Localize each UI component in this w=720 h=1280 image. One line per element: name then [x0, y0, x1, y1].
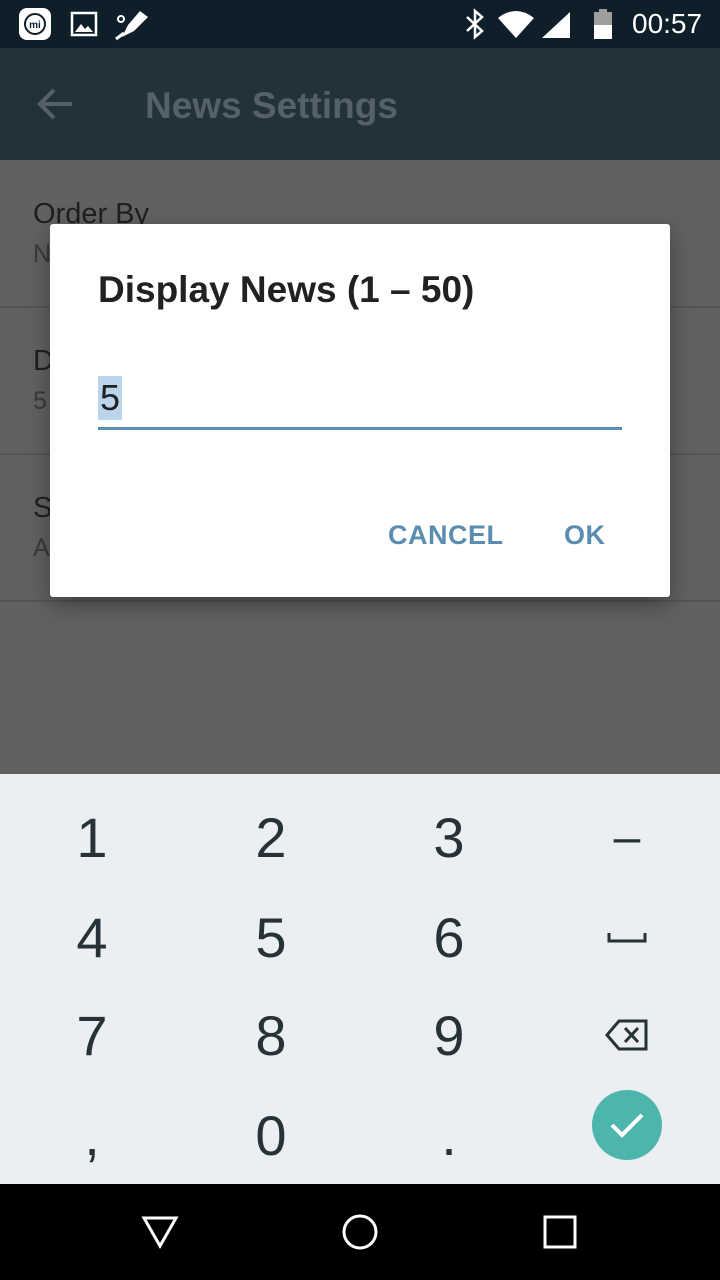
mi-icon: mi: [19, 8, 51, 40]
display-news-dialog: Display News (1 – 50) 5 CANCEL OK: [50, 224, 670, 597]
key-period[interactable]: .: [359, 1086, 539, 1184]
key-4[interactable]: 4: [2, 888, 182, 986]
key-label: 5: [255, 905, 287, 969]
nav-back-icon[interactable]: [138, 1210, 182, 1254]
key-label: 3: [433, 805, 465, 869]
arrow-back-icon[interactable]: [34, 82, 78, 126]
key-9[interactable]: 9: [359, 986, 539, 1084]
enter-button[interactable]: [592, 1090, 662, 1160]
numeric-keyboard: 1 2 3 – 4 5 6 7 8 9 , 0 .: [0, 774, 720, 1184]
key-5[interactable]: 5: [181, 888, 361, 986]
key-label: .: [441, 1103, 457, 1167]
display-news-input[interactable]: [98, 369, 622, 430]
key-label: 1: [76, 805, 108, 869]
ok-button[interactable]: OK: [564, 520, 606, 551]
key-minus[interactable]: –: [537, 788, 717, 886]
image-icon: [70, 11, 98, 37]
key-label: 8: [255, 1003, 287, 1067]
key-label: ,: [84, 1103, 100, 1167]
key-label: 6: [433, 905, 465, 969]
key-8[interactable]: 8: [181, 986, 361, 1084]
key-6[interactable]: 6: [359, 888, 539, 986]
key-space[interactable]: [537, 888, 717, 986]
key-1[interactable]: 1: [2, 788, 182, 886]
key-label: 7: [76, 1003, 108, 1067]
key-label: 0: [255, 1103, 287, 1167]
status-bar: mi 00:57: [0, 0, 720, 48]
setting-subtitle: 5: [33, 387, 47, 415]
pen-icon: [115, 11, 148, 41]
svg-text:mi: mi: [29, 20, 41, 31]
dialog-title: Display News (1 – 50): [98, 269, 475, 310]
cancel-button[interactable]: CANCEL: [388, 520, 504, 551]
key-label: 2: [255, 805, 287, 869]
app-bar: News Settings: [0, 48, 720, 160]
wifi-icon: [498, 11, 534, 38]
signal-icon: [542, 12, 570, 38]
input-value[interactable]: 5: [98, 376, 123, 420]
key-comma[interactable]: ,: [2, 1086, 182, 1184]
key-0[interactable]: 0: [181, 1086, 361, 1184]
space-icon: [607, 933, 647, 943]
nav-home-icon[interactable]: [338, 1210, 382, 1254]
page-title: News Settings: [145, 85, 398, 126]
nav-recents-icon[interactable]: [538, 1210, 582, 1254]
key-label: –: [613, 810, 641, 864]
key-label: 9: [433, 1003, 465, 1067]
key-backspace[interactable]: [537, 986, 717, 1084]
setting-subtitle: N: [33, 240, 52, 268]
key-7[interactable]: 7: [2, 986, 182, 1084]
key-2[interactable]: 2: [181, 788, 361, 886]
setting-subtitle: A: [33, 534, 50, 562]
key-label: 4: [76, 905, 108, 969]
backspace-icon: [605, 1019, 648, 1051]
navigation-bar: [0, 1184, 720, 1280]
key-3[interactable]: 3: [359, 788, 539, 886]
check-icon: [610, 1113, 644, 1138]
status-time: 00:57: [632, 8, 703, 39]
bluetooth-icon: [466, 8, 484, 40]
battery-icon: [594, 9, 612, 39]
